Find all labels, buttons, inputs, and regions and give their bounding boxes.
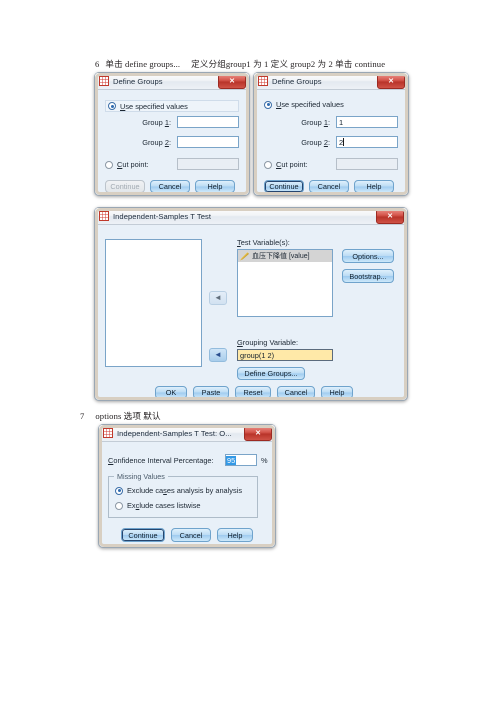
- help-button[interactable]: Help: [321, 386, 353, 399]
- use-specified-values-label: Use specified values: [276, 100, 344, 109]
- ruler-icon: [240, 252, 249, 261]
- cancel-button[interactable]: Cancel: [150, 180, 190, 193]
- cancel-button[interactable]: Cancel: [309, 180, 349, 193]
- cancel-button[interactable]: Cancel: [171, 528, 211, 542]
- options-button[interactable]: Options...: [342, 249, 394, 263]
- radio-indicator: [264, 160, 272, 169]
- cut-point-input: [177, 158, 239, 170]
- radio-indicator: [108, 102, 116, 110]
- continue-button[interactable]: Continue: [121, 528, 165, 542]
- group1-label: Group 1:: [301, 118, 330, 127]
- caption-7-number: 7: [80, 411, 85, 421]
- define-groups-dialog-empty[interactable]: Define Groups ✕ Use specified values Gro…: [94, 72, 250, 196]
- group1-input[interactable]: 1: [336, 116, 398, 128]
- grouping-variable-input[interactable]: group(1 2): [237, 349, 333, 361]
- ttest-titlebar[interactable]: Independent-Samples T Test ✕: [95, 208, 407, 225]
- options-title: Independent-Samples T Test: O...: [117, 428, 232, 438]
- help-button[interactable]: Help: [354, 180, 394, 193]
- radio-exclude-analysis-by-analysis[interactable]: Exclude cases analysis by analysis: [115, 486, 242, 495]
- spss-grid-icon: [99, 76, 109, 86]
- define-groups-filled-body: Use specified values Group 1: 1 Group 2:…: [254, 90, 408, 195]
- group1-label: Group 1:: [142, 118, 171, 127]
- ok-button[interactable]: OK: [155, 386, 187, 399]
- continue-button[interactable]: Continue: [264, 180, 304, 193]
- ttest-body: ◄ ◄ Test Variable(s): 血压下降值 [value] Grou…: [95, 225, 407, 400]
- close-icon[interactable]: ✕: [218, 74, 246, 89]
- radio-indicator: [115, 486, 123, 495]
- caption-6-number: 6: [95, 59, 100, 69]
- spss-grid-icon: [99, 211, 109, 221]
- caption-7-text: options 选项 默认: [95, 411, 161, 421]
- exclude-analysis-label: Exclude cases analysis by analysis: [127, 486, 243, 495]
- source-variable-list[interactable]: [105, 239, 202, 367]
- options-body: Confidence Interval Percentage: 95 % Mis…: [99, 442, 275, 547]
- missing-values-title: Missing Values: [114, 472, 168, 481]
- caption-6-text2: 定义分组group1 为 1 定义 group2 为 2 单击 continue: [191, 59, 386, 69]
- close-icon[interactable]: ✕: [377, 74, 405, 89]
- caption-step-6: 6 单击 define groups... 定义分组group1 为 1 定义 gr…: [95, 58, 385, 70]
- cut-point-label: Cut point:: [276, 160, 308, 169]
- define-groups-filled-titlebar[interactable]: Define Groups ✕: [254, 73, 408, 90]
- help-button[interactable]: Help: [217, 528, 253, 542]
- group2-input[interactable]: 2: [336, 136, 398, 148]
- close-icon[interactable]: ✕: [376, 209, 404, 224]
- ttest-options-dialog[interactable]: Independent-Samples T Test: O... ✕ Confi…: [98, 424, 276, 548]
- test-variable-item[interactable]: 血压下降值 [value]: [238, 250, 332, 262]
- move-variable-arrow-bottom[interactable]: ◄: [209, 348, 227, 362]
- radio-exclude-listwise[interactable]: Exclude cases listwise: [115, 501, 201, 510]
- cancel-button[interactable]: Cancel: [277, 386, 315, 399]
- reset-button[interactable]: Reset: [235, 386, 271, 399]
- radio-use-specified-values[interactable]: Use specified values: [264, 100, 344, 109]
- radio-cut-point[interactable]: Cut point:: [105, 160, 149, 169]
- close-icon[interactable]: ✕: [244, 426, 272, 441]
- continue-button: Continue: [105, 180, 145, 193]
- independent-samples-t-test-dialog[interactable]: Independent-Samples T Test ✕ ◄ ◄ Test Va…: [94, 207, 408, 401]
- define-groups-button-label: Define Groups...: [244, 369, 298, 378]
- missing-values-group: Missing Values Exclude cases analysis by…: [108, 472, 258, 518]
- radio-indicator: [264, 100, 272, 109]
- cut-point-label: Cut point:: [117, 160, 149, 169]
- radio-indicator: [105, 160, 113, 169]
- text-caret: [343, 138, 345, 146]
- radio-cut-point[interactable]: Cut point:: [264, 160, 308, 169]
- spss-grid-icon: [258, 76, 268, 86]
- group2-label: Group 2:: [142, 138, 171, 147]
- use-specified-values-label: Use specified values: [120, 101, 188, 111]
- caption-6-text: 单击 define groups...: [105, 59, 181, 69]
- define-groups-dialog-filled[interactable]: Define Groups ✕ Use specified values Gro…: [253, 72, 409, 196]
- define-groups-filled-title: Define Groups: [272, 76, 322, 86]
- confidence-interval-value: 95: [226, 455, 237, 465]
- percent-sign-label: %: [261, 456, 268, 465]
- bootstrap-button[interactable]: Bootstrap...: [342, 269, 394, 283]
- define-groups-empty-body: Use specified values Group 1: Group 2: C…: [95, 90, 249, 195]
- help-button[interactable]: Help: [195, 180, 235, 193]
- group1-input[interactable]: [177, 116, 239, 128]
- group2-input[interactable]: [177, 136, 239, 148]
- grouping-variable-label: Grouping Variable:: [237, 338, 299, 347]
- define-groups-button[interactable]: Define Groups...: [237, 367, 305, 380]
- group2-label: Group 2:: [301, 138, 330, 147]
- paste-button[interactable]: Paste: [193, 386, 229, 399]
- exclude-listwise-label: Exclude cases listwise: [127, 501, 201, 510]
- confidence-interval-label: Confidence Interval Percentage:: [108, 456, 214, 465]
- cut-point-input: [336, 158, 398, 170]
- document-page: 6 单击 define groups... 定义分组group1 为 1 定义 gr…: [0, 0, 500, 706]
- spss-grid-icon: [103, 428, 113, 438]
- test-variables-label: Test Variable(s):: [237, 238, 290, 247]
- options-titlebar[interactable]: Independent-Samples T Test: O... ✕: [99, 425, 275, 442]
- define-groups-empty-titlebar[interactable]: Define Groups ✕: [95, 73, 249, 90]
- radio-indicator: [115, 501, 123, 510]
- move-variable-arrow-top[interactable]: ◄: [209, 291, 227, 305]
- caption-step-7: 7 options 选项 默认: [80, 410, 161, 422]
- define-groups-empty-title: Define Groups: [113, 76, 163, 86]
- radio-use-specified-values[interactable]: Use specified values: [105, 100, 239, 112]
- test-variables-list[interactable]: 血压下降值 [value]: [237, 249, 333, 317]
- confidence-interval-input[interactable]: 95: [225, 454, 257, 466]
- test-variable-label: 血压下降值 [value]: [252, 253, 310, 260]
- ttest-title: Independent-Samples T Test: [113, 211, 211, 221]
